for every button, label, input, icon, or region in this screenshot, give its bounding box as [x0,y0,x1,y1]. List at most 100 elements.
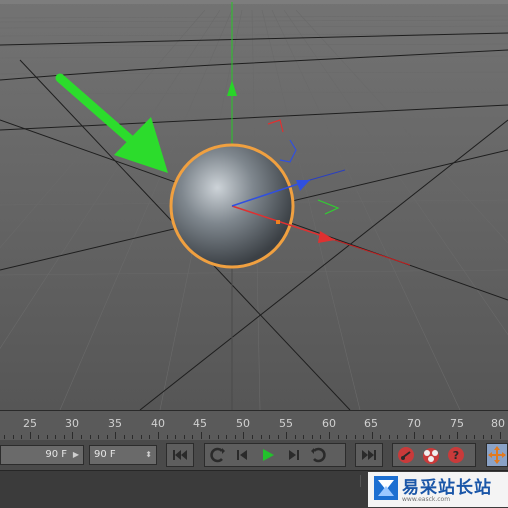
tick-mark [106,435,108,439]
tick-mark [4,435,5,439]
tick-label: 80 [491,417,505,430]
tick-mark [140,435,142,439]
tick-mark [448,435,450,439]
help-icon: ? [447,447,464,463]
help-button[interactable]: ? [443,444,468,466]
3d-viewport[interactable] [0,0,508,410]
tick-label: 25 [23,417,37,430]
tick-label: 35 [108,417,122,430]
tick-mark [499,432,501,439]
svg-text:?: ? [452,449,458,462]
transport-group [204,443,346,467]
tick-label: 70 [407,417,421,430]
end-frame-field[interactable]: 90 F ⬍ [89,445,157,465]
tick-label: 50 [236,417,250,430]
tick-mark [12,435,14,439]
play-icon [262,449,274,461]
tick-mark [294,435,296,439]
tick-mark [397,435,399,439]
tick-mark [260,435,262,439]
tick-mark [200,432,202,439]
go-to-start-button[interactable] [167,444,192,466]
tick-mark [431,435,433,439]
tick-mark [234,435,236,439]
tick-mark [166,435,168,439]
tick-mark [175,435,176,439]
tick-mark [132,435,134,439]
tick-mark [98,435,99,439]
axis-handle[interactable] [276,220,280,224]
record-group: ? [392,443,476,467]
record-button[interactable] [393,444,418,466]
tick-mark [371,432,373,439]
tick-mark [29,432,31,439]
current-frame-value: 90 F [45,449,67,460]
current-frame-field[interactable]: 90 F ▶ [0,445,84,465]
tick-mark [474,435,476,439]
playback-controls: 90 F ▶ 90 F ⬍ ? [0,440,508,470]
tick-mark [115,432,117,439]
autokey-button[interactable] [418,444,443,466]
move-tool-group [486,443,508,467]
tick-mark [192,435,194,439]
play-button[interactable] [255,444,280,466]
tick-mark [269,435,271,439]
go-to-start-group [166,443,194,467]
tick-mark [72,432,74,439]
tick-label: 60 [322,417,336,430]
skip-back-icon [172,450,187,460]
tick-mark [286,432,288,439]
next-keyframe-button[interactable] [305,444,330,466]
tick-mark [440,435,442,439]
status-divider [360,475,361,487]
tick-mark [243,432,245,439]
tick-mark [363,435,365,439]
tick-mark [89,435,91,439]
loop-forward-icon [310,447,326,463]
go-to-end-group [355,443,383,467]
move-tool-button[interactable] [487,444,507,466]
move-icon [488,446,506,464]
tick-mark [80,435,82,439]
field-arrow-icon[interactable]: ▶ [73,446,79,464]
tick-mark [311,435,313,439]
go-to-end-button[interactable] [356,444,381,466]
watermark: 易采站长站 www.easck.com [368,472,508,507]
record-icon [397,447,414,463]
tick-mark [277,435,279,439]
tick-mark [346,435,347,439]
step-back-icon [236,450,247,460]
tick-mark [252,435,253,439]
tick-mark [209,435,211,439]
next-frame-button[interactable] [280,444,305,466]
watermark-url: www.easck.com [402,496,451,503]
timeline-ruler[interactable]: 25 30 35 40 45 50 55 60 65 70 75 80 [0,410,508,441]
watermark-brand: 易采站长站 [402,478,492,498]
tick-label: 55 [279,417,293,430]
stepper-icon[interactable]: ⬍ [145,446,152,464]
tick-mark [55,435,57,439]
tick-mark [226,435,228,439]
tick-mark [328,432,330,439]
tick-mark [320,435,322,439]
prev-keyframe-button[interactable] [205,444,230,466]
autokey-icon [422,448,439,464]
brand-logo-icon [378,480,394,496]
tick-mark [38,435,40,439]
tick-mark [217,435,219,439]
tick-label: 75 [450,417,464,430]
prev-frame-button[interactable] [230,444,255,466]
tick-mark [423,435,424,439]
tick-label: 40 [151,417,165,430]
step-forward-icon [288,450,299,460]
tick-mark [183,435,185,439]
tick-mark [157,432,159,439]
tick-mark [354,435,356,439]
tick-mark [482,435,484,439]
tick-mark [405,435,407,439]
tick-mark [491,435,493,439]
viewport-canvas[interactable] [0,0,508,410]
tick-mark [465,435,467,439]
tick-label: 65 [364,417,378,430]
end-frame-value: 90 F [94,449,116,460]
